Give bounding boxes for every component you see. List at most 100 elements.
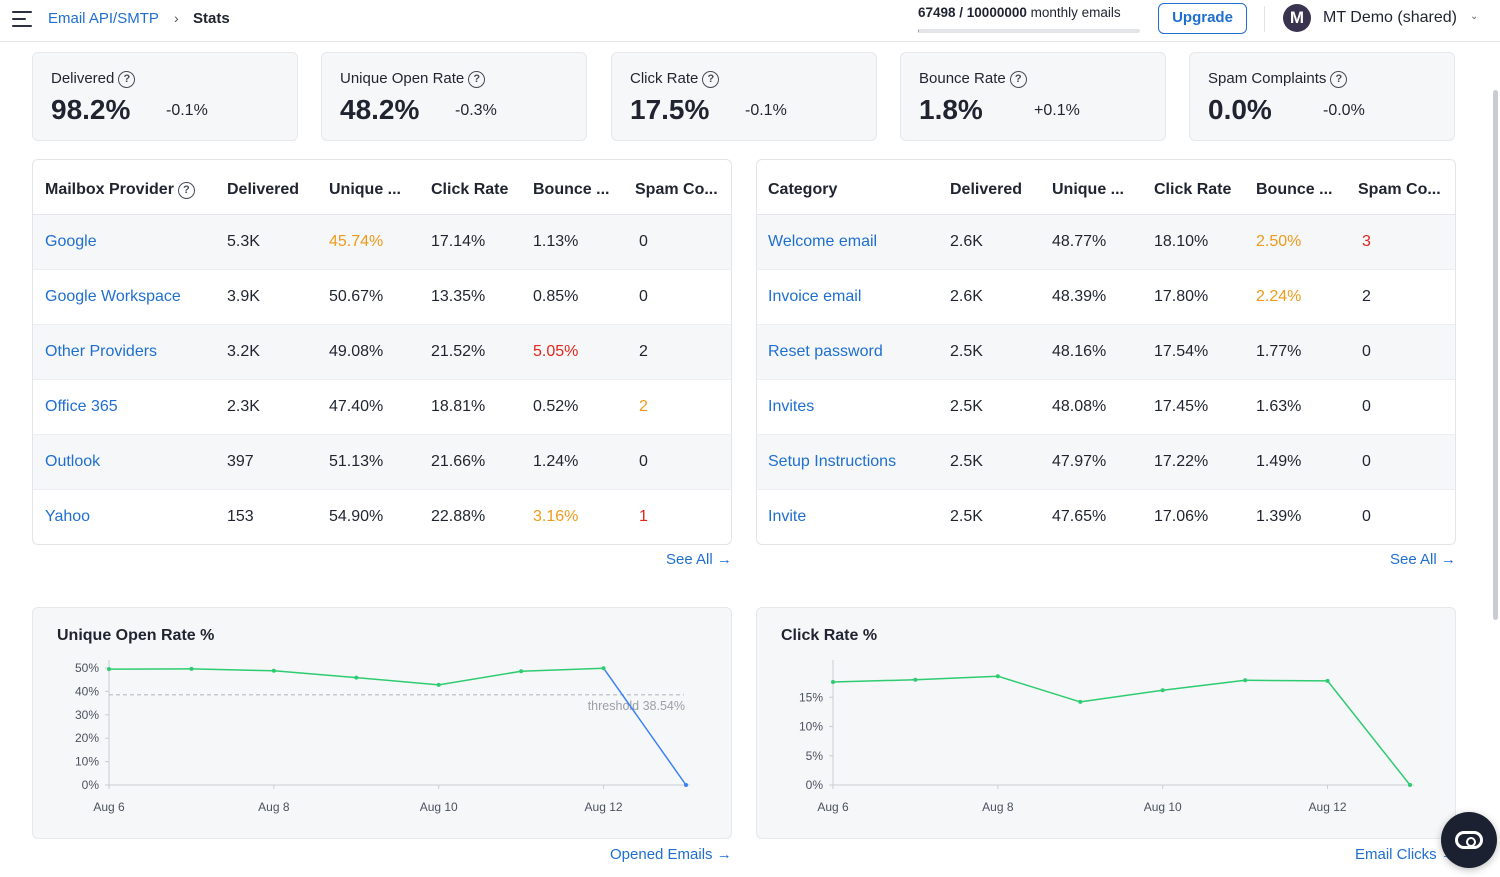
y-tick-label: 20% bbox=[75, 731, 99, 745]
column-header-delivered[interactable]: Delivered bbox=[227, 181, 299, 199]
category-name-link[interactable]: Invites bbox=[768, 398, 814, 416]
x-tick-label: Aug 12 bbox=[585, 800, 623, 814]
table-body: Welcome email 2.6K 48.77% 18.10% 2.50% 3 Invoi… bbox=[757, 215, 1455, 544]
help-icon[interactable]: ? bbox=[118, 71, 136, 88]
data-point[interactable] bbox=[1160, 688, 1165, 693]
column-header-spam[interactable]: Spam Co... bbox=[1358, 181, 1441, 199]
column-header-category[interactable]: Category bbox=[768, 181, 837, 199]
data-point[interactable] bbox=[436, 682, 441, 687]
category-name-link[interactable]: Invite bbox=[768, 508, 806, 526]
table-cell: 2.5K bbox=[950, 398, 983, 415]
help-icon[interactable]: ? bbox=[177, 182, 195, 199]
unique-open-rate-chart: 0% 10% 20% 30% 40% 50% Aug 6 Aug 8 Aug 10 Aug 12 t… bbox=[75, 660, 690, 814]
category-name-link[interactable]: Reset password bbox=[768, 343, 883, 361]
chat-widget-button[interactable] bbox=[1441, 812, 1497, 868]
y-tick-label: 0% bbox=[82, 778, 100, 792]
data-point[interactable] bbox=[1078, 699, 1083, 704]
stat-delta: +0.1% bbox=[1034, 102, 1080, 119]
help-icon[interactable]: ? bbox=[1009, 71, 1027, 88]
table-cell: 48.39% bbox=[1052, 288, 1107, 305]
table-cell: 2.3K bbox=[227, 398, 260, 415]
page-title: Stats bbox=[193, 10, 230, 27]
click-rate-chart-card: Click Rate % 0% 5% 10% 15% Aug 6 Aug 8 Aug 10 A… bbox=[756, 607, 1456, 839]
help-icon[interactable]: ? bbox=[1330, 71, 1348, 88]
y-tick-label: 10% bbox=[799, 720, 823, 734]
y-tick-label: 50% bbox=[75, 661, 99, 675]
usage-progress-fill bbox=[918, 29, 920, 33]
table-row: Invites 2.5K 48.08% 17.45% 1.63% 0 bbox=[757, 380, 1455, 435]
table-cell: 2.50% bbox=[1256, 233, 1302, 250]
table-cell: 18.81% bbox=[431, 398, 486, 415]
data-point[interactable] bbox=[601, 666, 606, 671]
table-cell: 0.85% bbox=[533, 288, 579, 305]
providers-see-all-link[interactable]: See All → bbox=[666, 551, 732, 568]
table-cell: 17.14% bbox=[431, 233, 486, 250]
data-point[interactable] bbox=[271, 668, 276, 673]
data-point[interactable] bbox=[995, 674, 1000, 679]
unique-open-rate-chart-card: Unique Open Rate % 0% 10% 20% 30% 40% 50% Aug … bbox=[32, 607, 732, 839]
usage-count: 67498 / 10000000 bbox=[918, 5, 1027, 20]
provider-name-link[interactable]: Office 365 bbox=[45, 398, 118, 416]
help-icon[interactable]: ? bbox=[702, 71, 720, 88]
table-cell: 2.6K bbox=[950, 288, 983, 305]
column-header-mailbox-provider[interactable]: Mailbox Provider bbox=[45, 181, 174, 198]
column-header-spam[interactable]: Spam Co... bbox=[635, 181, 718, 199]
provider-name-link[interactable]: Google Workspace bbox=[45, 288, 181, 306]
column-header-unique-open[interactable]: Unique ... bbox=[329, 181, 401, 199]
opened-emails-link[interactable]: Opened Emails → bbox=[610, 846, 732, 863]
x-tick-label: Aug 12 bbox=[1309, 800, 1347, 814]
data-point[interactable] bbox=[354, 675, 359, 680]
series-line-segment bbox=[1326, 680, 1411, 786]
column-header-delivered[interactable]: Delivered bbox=[950, 181, 1022, 199]
top-bar: Email API/SMTP › Stats 67498 / 10000000 … bbox=[0, 0, 1500, 42]
upgrade-button[interactable]: Upgrade bbox=[1158, 3, 1247, 34]
table-row: Setup Instructions 2.5K 47.97% 17.22% 1.49% 0 bbox=[757, 435, 1455, 490]
table-cell: 17.45% bbox=[1154, 398, 1209, 415]
series-line-segment bbox=[1245, 679, 1328, 682]
hamburger-icon[interactable] bbox=[12, 11, 32, 27]
email-clicks-link[interactable]: Email Clicks → bbox=[1355, 846, 1456, 863]
data-point[interactable] bbox=[913, 677, 918, 682]
column-header-click-rate[interactable]: Click Rate bbox=[431, 181, 508, 199]
account-name[interactable]: MT Demo (shared) bbox=[1323, 9, 1457, 27]
column-header-unique-open[interactable]: Unique ... bbox=[1052, 181, 1124, 199]
column-header-bounce[interactable]: Bounce ... bbox=[1256, 181, 1332, 199]
x-tick-label: Aug 10 bbox=[1144, 800, 1182, 814]
category-table: Category Delivered Unique ... Click Rate… bbox=[756, 159, 1456, 545]
provider-name-link[interactable]: Other Providers bbox=[45, 343, 157, 361]
category-name-link[interactable]: Invoice email bbox=[768, 288, 861, 306]
table-cell: 47.97% bbox=[1052, 453, 1107, 470]
stat-delta: -0.3% bbox=[455, 102, 497, 119]
data-point[interactable] bbox=[1243, 678, 1248, 683]
page-scrollbar[interactable] bbox=[1493, 90, 1498, 620]
data-point[interactable] bbox=[684, 783, 688, 787]
y-tick-label: 15% bbox=[799, 690, 823, 704]
table-row: Reset password 2.5K 48.16% 17.54% 1.77% 0 bbox=[757, 325, 1455, 380]
data-point[interactable] bbox=[189, 666, 194, 671]
series-line-segment bbox=[602, 667, 687, 786]
categories-see-all-link[interactable]: See All → bbox=[1390, 551, 1456, 568]
monthly-usage: 67498 / 10000000 monthly emails bbox=[918, 5, 1121, 20]
category-name-link[interactable]: Welcome email bbox=[768, 233, 877, 251]
column-header-bounce[interactable]: Bounce ... bbox=[533, 181, 609, 199]
chevron-down-icon[interactable]: ⌄ bbox=[1470, 11, 1478, 22]
table-row: Google Workspace 3.9K 50.67% 13.35% 0.85% 0 bbox=[33, 270, 731, 325]
data-point[interactable] bbox=[1408, 783, 1412, 787]
table-cell: 45.74% bbox=[329, 233, 384, 250]
avatar[interactable]: M bbox=[1283, 4, 1311, 32]
provider-name-link[interactable]: Yahoo bbox=[45, 508, 90, 526]
category-name-link[interactable]: Setup Instructions bbox=[768, 453, 896, 471]
series-line-segment bbox=[1080, 689, 1163, 703]
help-icon[interactable]: ? bbox=[468, 71, 486, 88]
provider-name-link[interactable]: Google bbox=[45, 233, 97, 251]
data-point[interactable] bbox=[519, 669, 524, 674]
data-point[interactable] bbox=[1325, 678, 1330, 683]
breadcrumb-email-api[interactable]: Email API/SMTP bbox=[48, 10, 159, 27]
column-header-click-rate[interactable]: Click Rate bbox=[1154, 181, 1231, 199]
provider-name-link[interactable]: Outlook bbox=[45, 453, 100, 471]
data-point[interactable] bbox=[107, 667, 111, 672]
data-point[interactable] bbox=[831, 680, 835, 685]
series-line-segment bbox=[191, 668, 274, 672]
table-row: Invite 2.5K 47.65% 17.06% 1.39% 0 bbox=[757, 490, 1455, 544]
y-tick-label: 30% bbox=[75, 708, 99, 722]
